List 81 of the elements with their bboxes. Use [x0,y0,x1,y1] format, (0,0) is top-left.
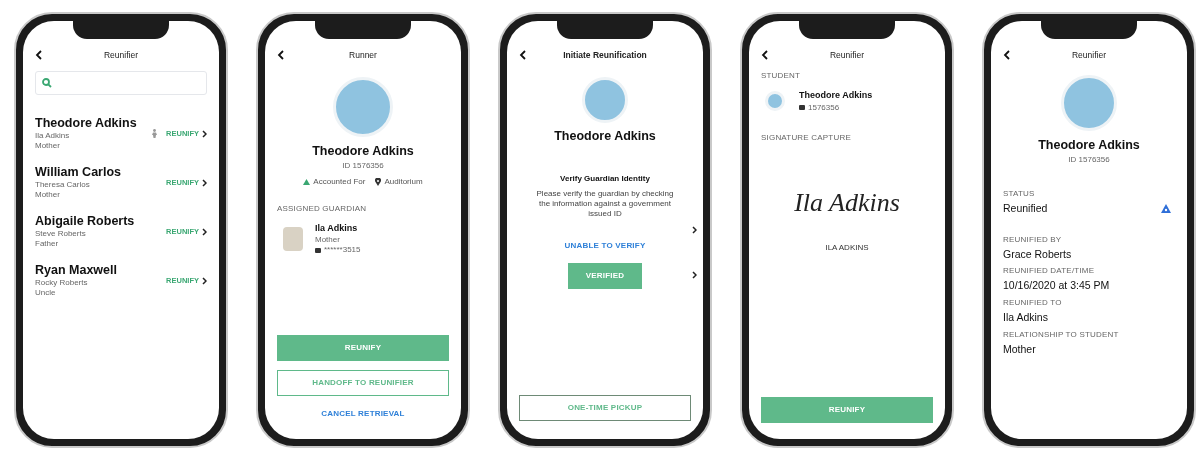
screen-title: Initiate Reunification [563,48,647,62]
screen-title: Runner [349,48,377,62]
student-name: Theodore Adkins [1038,137,1140,154]
student-name: Theodore Adkins [312,143,414,160]
action-button[interactable]: ONE-TIME PICKUP [519,395,691,421]
back-button[interactable] [277,49,287,61]
id-number: 1576356 [808,102,840,113]
section-label: SIGNATURE CAPTURE [761,132,852,143]
guardian-name: Theresa Carlos [35,180,91,190]
relation-label: Mother [35,190,61,200]
field-value: Grace Roberts [1003,246,1072,262]
back-icon [519,50,527,60]
link-button[interactable]: CANCEL RETRIEVAL [277,405,449,423]
id-card-icon [799,105,805,110]
warning-icon [1161,204,1171,214]
location-label: Auditorium [384,175,423,188]
signer-name: ILA ADKINS [825,241,869,254]
figure-icon [151,129,159,138]
link-button[interactable]: UNABLE TO VERIFY [564,237,646,255]
field-value: Ila Adkins [1003,310,1048,325]
student-name: William Carlos [35,165,123,180]
student-name: Ryan Maxwell [35,263,118,278]
field-label: REUNIFIED DATE/TIME [1003,266,1096,277]
relation-label: Mother [315,235,341,246]
back-button[interactable] [761,49,771,61]
back-icon [277,50,285,60]
guardian-name: Rocky Roberts [35,278,89,288]
field-label: REUNIFIED BY [1003,234,1063,245]
photo-placeholder [765,90,785,111]
student-name: Theodore Adkins [799,89,873,102]
chevron-icon [692,226,697,234]
search-icon [42,78,52,88]
action-button[interactable]: HANDOFF TO REUNIFIER [277,370,449,396]
chevron-icon [202,276,207,285]
id-card-icon [315,247,321,253]
triangle-icon [303,178,311,185]
chevron-icon [692,271,697,279]
relation-label: Uncle [35,288,57,298]
relation-label: Mother [35,141,61,151]
location-pin-icon [375,177,382,186]
field-label: RELATIONSHIP TO STUDENT [1003,329,1120,340]
back-icon [35,50,43,60]
dialog-message: Please verify the guardian by checking the information against a government issued ID [536,189,674,219]
screen-title: Reunifier [1072,48,1106,62]
guardian-name: Steve Roberts [35,229,87,239]
student-name: Theodore Adkins [554,128,656,145]
screen-title: Reunifier [830,48,864,62]
dialog-title: Verify Guardian Identity [560,173,650,185]
field-label: REUNIFIED TO [1003,298,1063,308]
back-button[interactable] [35,49,45,61]
photo-placeholder [582,77,628,123]
status-label: Accounted For [313,175,366,188]
relation-label: Father [35,239,60,249]
field-label: STATUS [1003,188,1036,199]
student-name: Abigaile Roberts [35,214,136,229]
id-number: ******3515 [324,245,361,256]
back-button[interactable] [1003,49,1013,61]
signature: Ila Adkins [794,186,900,219]
guardian-name: Ila Adkins [315,221,359,235]
chevron-icon [202,227,207,236]
student-name: Theodore Adkins [35,116,138,131]
back-icon [1003,50,1011,60]
search-field[interactable] [35,71,207,95]
action-button[interactable]: VERIFIED [568,263,642,289]
field-value: Reunified [1003,200,1048,216]
student-id: ID 1576356 [342,160,384,171]
section-label: ASSIGNED GUARDIAN [277,203,368,214]
section-label: STUDENT [761,71,802,81]
chevron-icon [202,178,207,187]
chevron-icon [202,129,207,138]
field-value: 10/16/2020 at 3:45 PM [1003,278,1110,294]
action-button[interactable]: REUNIFY [761,397,933,423]
back-button[interactable] [519,49,529,61]
student-id: ID 1576356 [1068,154,1110,165]
screen-title: Reunifier [104,48,138,62]
photo-placeholder [1061,75,1117,131]
guardian-name: Ila Adkins [35,131,71,141]
action-button[interactable]: REUNIFY [277,335,449,361]
photo-placeholder [283,226,303,251]
back-icon [761,50,769,60]
field-value: Mother [1003,341,1036,357]
